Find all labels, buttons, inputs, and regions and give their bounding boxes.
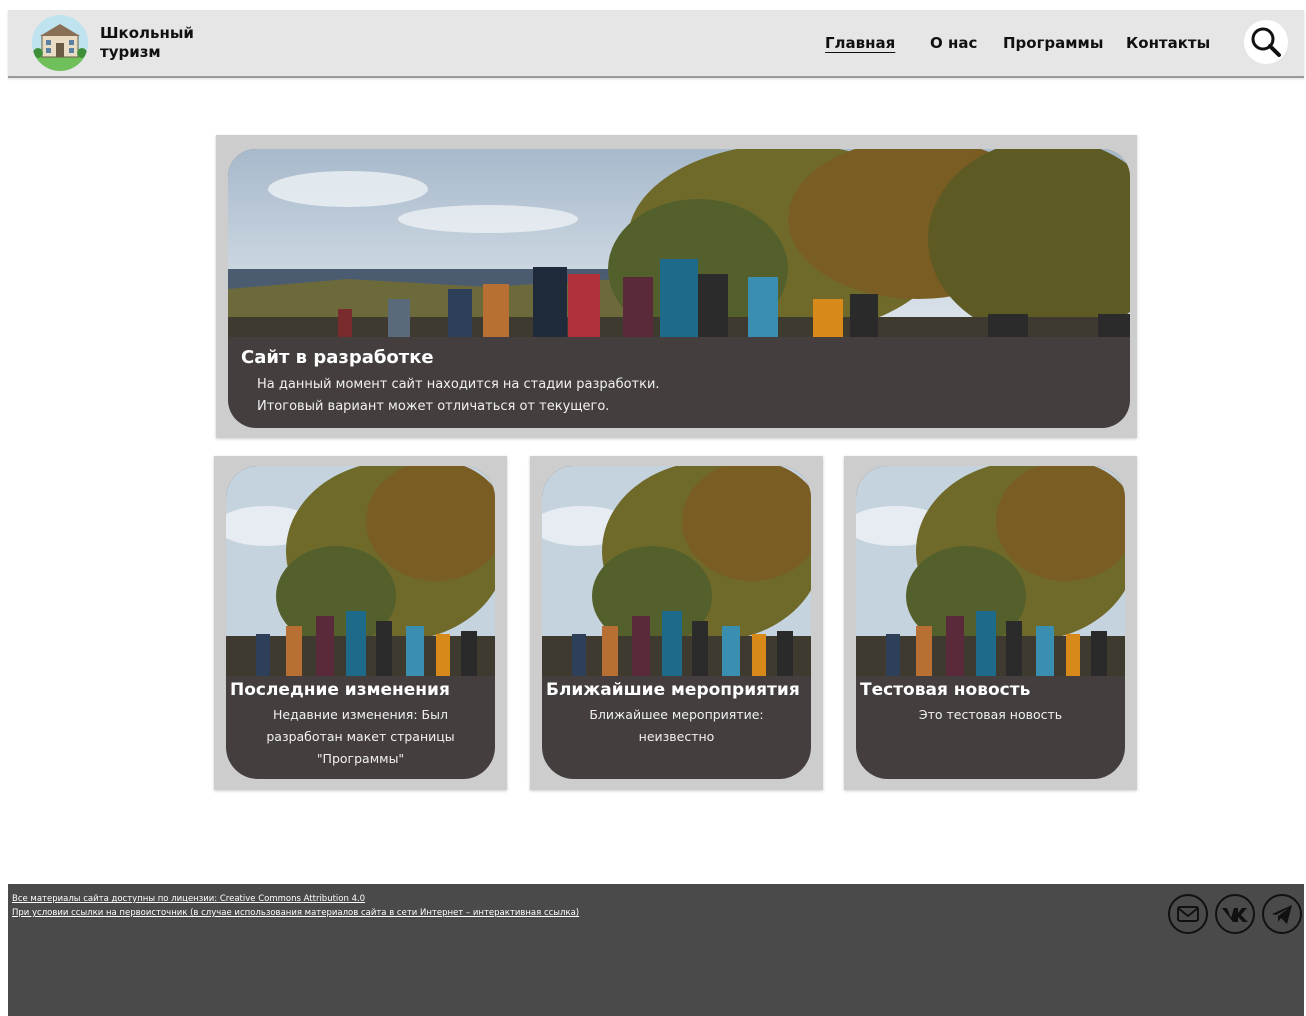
vk-button[interactable] <box>1215 894 1255 934</box>
search-icon <box>1251 27 1281 57</box>
attribution-link[interactable]: При условии ссылки на первоисточник (в с… <box>12 908 579 918</box>
brand-line-2: туризм <box>100 43 161 61</box>
mail-button[interactable] <box>1168 894 1208 934</box>
license-link[interactable]: Все материалы сайта доступны по лицензии… <box>12 894 365 904</box>
card-image <box>226 466 495 676</box>
news-card-frame: Ближайшие мероприятия Ближайшее мероприя… <box>530 456 823 790</box>
telegram-icon <box>1272 905 1292 924</box>
telegram-button[interactable] <box>1262 894 1302 934</box>
card-body: Недавние изменения: Был разработан макет… <box>266 707 455 766</box>
news-card[interactable]: Ближайшие мероприятия Ближайшее мероприя… <box>542 466 811 779</box>
nav-about[interactable]: О нас <box>930 34 977 52</box>
card-body: Это тестовая новость <box>918 707 1063 722</box>
card-body: Ближайшее мероприятие: неизвестно <box>589 707 764 744</box>
news-card-frame: Последние изменения Недавние изменения: … <box>214 456 507 790</box>
news-card[interactable]: Последние изменения Недавние изменения: … <box>226 466 495 779</box>
nav-contacts[interactable]: Контакты <box>1126 34 1210 52</box>
vk-icon <box>1222 908 1248 922</box>
site-footer: Все материалы сайта доступны по лицензии… <box>8 884 1304 1016</box>
school-logo[interactable] <box>32 15 88 71</box>
search-button[interactable] <box>1244 20 1288 64</box>
news-card[interactable]: Тестовая новость Это тестовая новость <box>856 466 1125 779</box>
card-image <box>856 466 1125 676</box>
hero-text-line-1: На данный момент сайт находится на стади… <box>257 377 660 392</box>
news-card-frame: Тестовая новость Это тестовая новость <box>844 456 1137 790</box>
hero-card[interactable]: Сайт в разработке На данный момент сайт … <box>228 149 1130 428</box>
brand-line-1: Школьный <box>100 24 194 42</box>
brand-name: Школьный туризм <box>100 24 194 62</box>
mail-icon <box>1177 906 1199 922</box>
card-title: Тестовая новость <box>860 680 1031 700</box>
hero-title: Сайт в разработке <box>241 347 434 368</box>
card-title: Последние изменения <box>230 680 450 700</box>
site-header: Школьный туризм Главная О нас Программы … <box>8 10 1304 78</box>
nav-home[interactable]: Главная <box>825 34 895 52</box>
nav-programs[interactable]: Программы <box>1003 34 1103 52</box>
hero-frame: Сайт в разработке На данный момент сайт … <box>216 135 1137 438</box>
hero-text-line-2: Итоговый вариант может отличаться от тек… <box>257 399 610 414</box>
hero-image <box>228 149 1130 337</box>
card-title: Ближайшие мероприятия <box>546 680 800 700</box>
card-image <box>542 466 811 676</box>
